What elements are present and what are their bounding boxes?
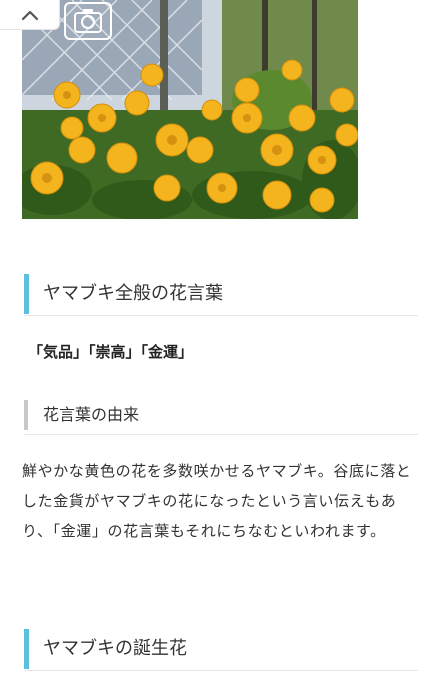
origin-paragraph: 鮮やかな黄色の花を多数咲かせるヤマブキ。谷底に落とした金貨がヤマブキの花になった… xyxy=(22,462,412,540)
subheading-origin: 花言葉の由来 xyxy=(24,400,418,430)
subheading-divider xyxy=(24,434,418,435)
heading-divider xyxy=(24,315,418,316)
section-heading-hanakotoba: ヤマブキ全般の花言葉 xyxy=(24,274,418,314)
camera-button[interactable] xyxy=(64,2,112,40)
chevron-up-icon xyxy=(21,10,38,20)
flower-language-keywords: 「気品」「崇高」「金運」 xyxy=(28,343,194,361)
heading-divider xyxy=(24,670,418,671)
section-heading-birth-flower: ヤマブキの誕生花 xyxy=(24,629,418,669)
camera-icon xyxy=(74,9,102,33)
collapse-button[interactable] xyxy=(0,0,60,30)
